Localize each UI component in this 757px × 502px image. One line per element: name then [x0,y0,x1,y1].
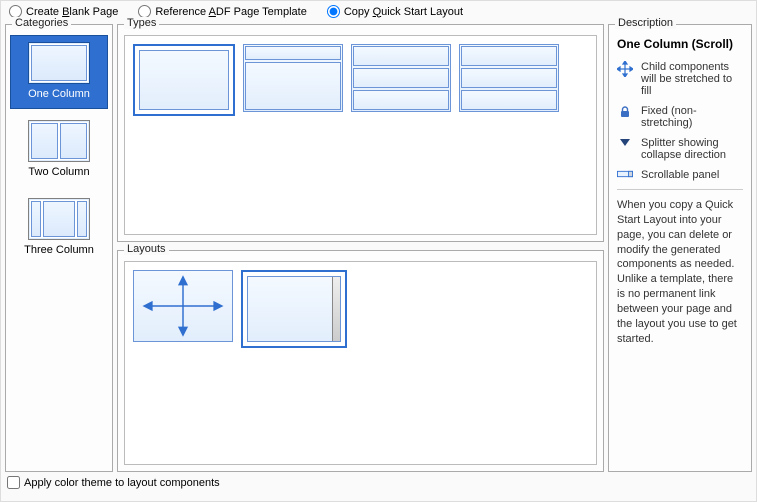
stretch-arrows-icon [134,271,232,341]
types-panel: Types [117,24,604,242]
scrollbar-icon [332,277,340,341]
lock-icon [617,105,633,119]
radio-reference-adf[interactable]: Reference ADF Page Template [138,5,306,18]
category-three-column-thumb [28,198,90,240]
footer: Apply color theme to layout components [1,472,756,493]
layouts-label: Layouts [124,243,169,255]
scroll-panel-icon [617,169,633,179]
description-body: When you copy a Quick Start Layout into … [617,198,743,346]
apply-theme-label[interactable]: Apply color theme to layout components [24,477,220,489]
type-single-pane[interactable] [133,44,235,116]
description-title: One Column (Scroll) [617,37,743,51]
description-panel: Description One Column (Scroll) Child co… [608,24,752,472]
type-header-body[interactable] [243,44,343,112]
legend-fixed: Fixed (non-stretching) [617,105,743,129]
category-two-column[interactable]: Two Column [10,113,108,187]
category-two-column-thumb [28,120,90,162]
legend-stretch: Child components will be stretched to fi… [617,61,743,97]
legend-scroll: Scrollable panel [617,169,743,181]
category-label: One Column [28,88,90,100]
layouts-panel: Layouts [117,250,604,472]
layout-stretch[interactable] [133,270,233,342]
layout-scroll[interactable] [241,270,347,348]
types-label: Types [124,17,159,29]
apply-theme-checkbox[interactable] [7,476,20,489]
radio-copy-quick-start[interactable]: Copy Quick Start Layout [327,5,463,18]
categories-panel: Categories One Column Two Column Three C… [5,24,113,472]
category-label: Two Column [28,166,89,178]
description-label: Description [615,17,676,29]
layouts-list [124,261,597,465]
type-three-rows[interactable] [351,44,451,112]
type-tall-header-two-rows[interactable] [459,44,559,112]
category-three-column[interactable]: Three Column [10,191,108,265]
category-one-column[interactable]: One Column [10,35,108,109]
splitter-icon [617,137,633,147]
category-label: Three Column [24,244,94,256]
legend-splitter: Splitter showing collapse direction [617,137,743,161]
categories-label: Categories [12,17,71,29]
description-separator [617,189,743,190]
category-one-column-thumb [28,42,90,84]
stretch-icon [617,61,633,77]
types-list [124,35,597,235]
